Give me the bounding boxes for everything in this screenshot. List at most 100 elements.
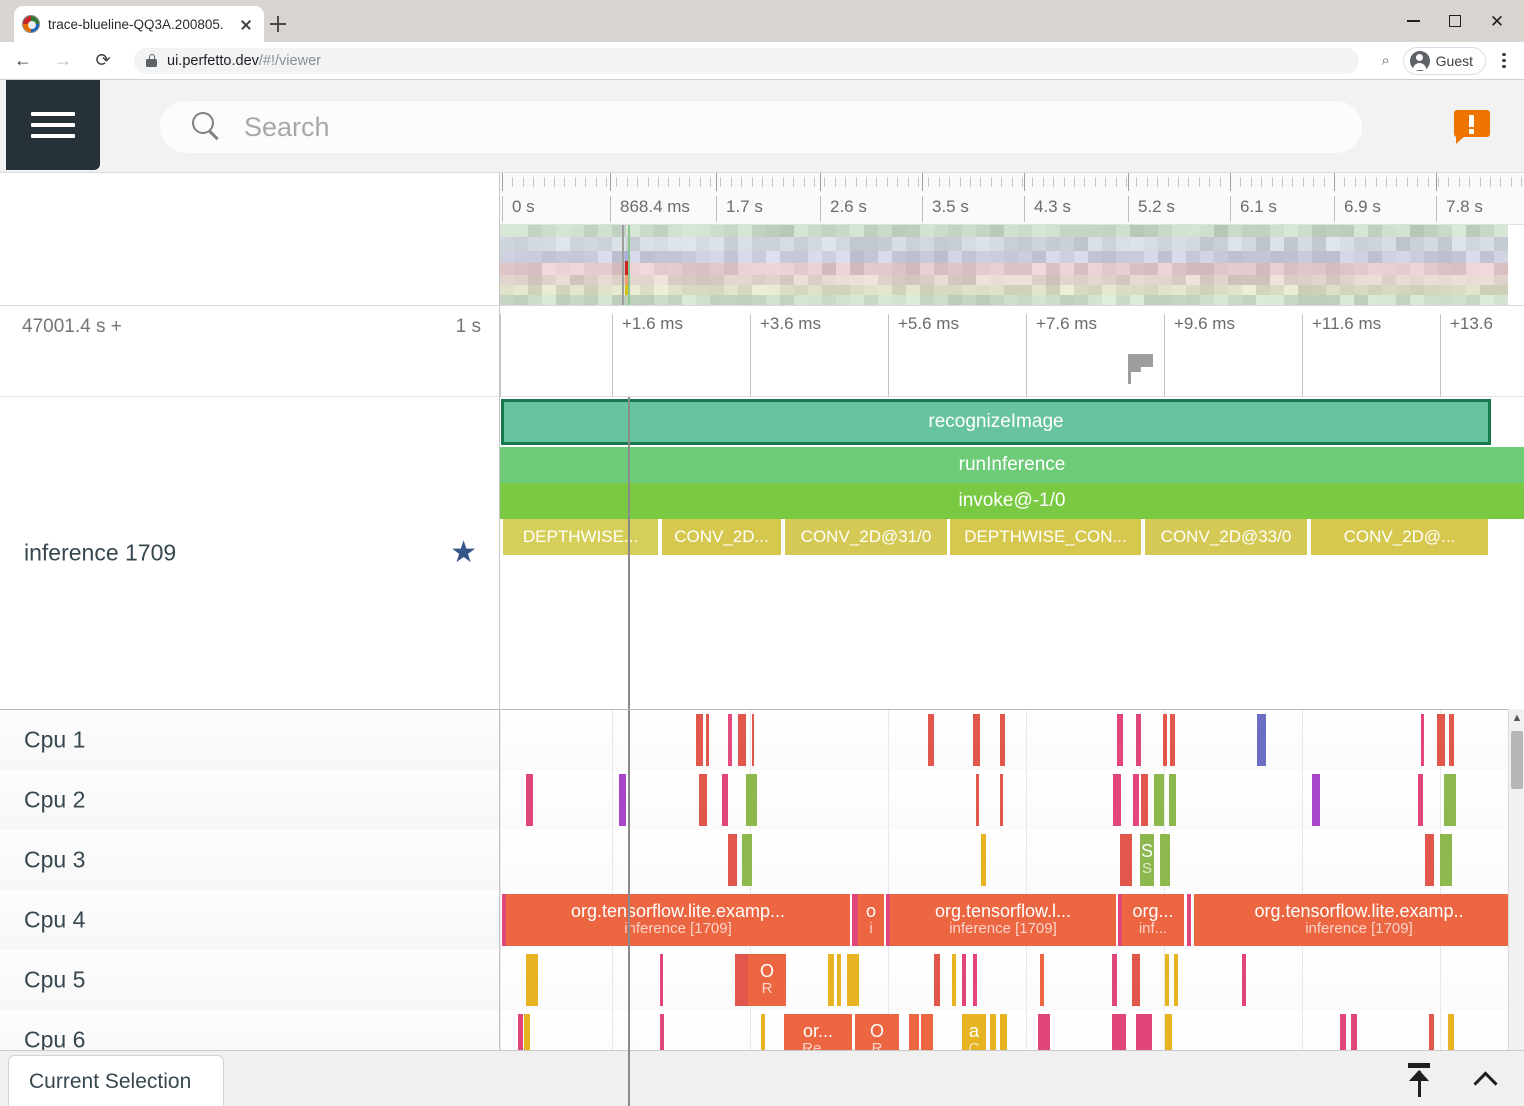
sched-slice[interactable]: oi bbox=[858, 894, 884, 946]
flag-marker-icon[interactable] bbox=[1128, 354, 1154, 384]
sched-slice[interactable] bbox=[981, 834, 986, 886]
maximize-button[interactable] bbox=[1434, 6, 1476, 36]
scroll-up-arrow[interactable]: ▲ bbox=[1509, 709, 1524, 727]
op-slice[interactable]: DEPTHWISE... bbox=[503, 519, 659, 555]
warning-bubble-icon[interactable] bbox=[1454, 110, 1490, 143]
sched-slice[interactable] bbox=[1170, 714, 1175, 766]
cpu-slices-area[interactable]: OR bbox=[500, 950, 1524, 1010]
cpu-slices-area[interactable]: org.tensorflow.lite.examp...inference [1… bbox=[500, 890, 1524, 950]
process-slices-area[interactable]: recognizeImage runInferenceinvoke@-1/0DEP… bbox=[500, 397, 1524, 709]
sched-slice[interactable] bbox=[1449, 714, 1454, 766]
sched-slice[interactable] bbox=[934, 954, 940, 1006]
sched-slice[interactable] bbox=[696, 714, 703, 766]
sched-slice[interactable] bbox=[1242, 954, 1246, 1006]
sched-slice[interactable] bbox=[847, 954, 859, 1006]
sched-slice[interactable] bbox=[1165, 954, 1169, 1006]
sched-slice[interactable] bbox=[1112, 954, 1117, 1006]
scrollbar-thumb[interactable] bbox=[1511, 731, 1523, 789]
sched-slice[interactable] bbox=[928, 714, 934, 766]
sched-slice[interactable] bbox=[722, 774, 728, 826]
sched-slice[interactable] bbox=[1113, 774, 1121, 826]
sched-slice[interactable] bbox=[1312, 774, 1320, 826]
cpu-track-header[interactable]: Cpu 4 bbox=[0, 890, 500, 950]
sidebar-toggle-button[interactable] bbox=[6, 80, 100, 170]
sched-slice[interactable]: org.tensorflow.lite.examp..inference [17… bbox=[1194, 894, 1524, 946]
sched-slice[interactable] bbox=[1133, 774, 1139, 826]
sched-slice[interactable] bbox=[1040, 954, 1044, 1006]
sched-slice[interactable] bbox=[735, 954, 749, 1006]
cpu-slices-area[interactable]: SS bbox=[500, 830, 1524, 890]
sched-slice[interactable] bbox=[728, 714, 732, 766]
chevron-up-icon[interactable] bbox=[1466, 1059, 1500, 1099]
op-slice[interactable]: CONV_2D@33/0 bbox=[1145, 519, 1308, 555]
sched-slice[interactable] bbox=[1425, 834, 1434, 886]
sched-slice[interactable]: OR bbox=[748, 954, 786, 1006]
sched-slice[interactable] bbox=[1136, 714, 1141, 766]
back-button[interactable]: ← bbox=[6, 44, 40, 78]
dock-to-top-icon[interactable] bbox=[1402, 1059, 1436, 1099]
sched-slice[interactable] bbox=[1154, 774, 1164, 826]
cpu-track-header[interactable]: Cpu 2 bbox=[0, 770, 500, 830]
sched-slice[interactable] bbox=[1000, 714, 1005, 766]
sched-slice[interactable] bbox=[1174, 954, 1178, 1006]
process-track-header[interactable]: inference 1709 ★ bbox=[0, 397, 500, 709]
sched-slice[interactable] bbox=[1440, 834, 1452, 886]
sched-slice[interactable] bbox=[1437, 714, 1445, 766]
new-tab-button[interactable] bbox=[264, 10, 292, 38]
slice[interactable]: invoke@-1/0 bbox=[500, 483, 1524, 519]
sched-slice[interactable] bbox=[746, 774, 757, 826]
minimap-canvas[interactable] bbox=[500, 225, 1508, 305]
tab-current-selection[interactable]: Current Selection bbox=[8, 1055, 224, 1106]
sched-slice[interactable] bbox=[526, 774, 533, 826]
profile-chip[interactable]: Guest bbox=[1403, 47, 1486, 75]
minimap-marker[interactable] bbox=[622, 225, 624, 305]
sched-slice[interactable] bbox=[1421, 714, 1424, 766]
address-bar[interactable]: ui.perfetto.dev/#!/viewer bbox=[134, 48, 1359, 74]
sched-slice[interactable] bbox=[660, 954, 663, 1006]
slice[interactable]: recognizeImage bbox=[503, 401, 1489, 443]
browser-menu-button[interactable] bbox=[1490, 46, 1518, 76]
close-icon[interactable] bbox=[236, 14, 256, 34]
sched-slice[interactable] bbox=[1418, 774, 1423, 826]
sched-slice[interactable] bbox=[1187, 894, 1191, 946]
cpu-track-header[interactable]: Cpu 3 bbox=[0, 830, 500, 890]
sched-slice[interactable] bbox=[1257, 714, 1266, 766]
sched-slice[interactable] bbox=[973, 714, 980, 766]
sched-slice[interactable] bbox=[619, 774, 626, 826]
sched-slice[interactable] bbox=[1169, 774, 1176, 826]
sched-slice[interactable] bbox=[752, 714, 754, 766]
sched-slice[interactable] bbox=[1132, 954, 1140, 1006]
op-slice[interactable]: CONV_2D@31/0 bbox=[785, 519, 948, 555]
sched-slice[interactable]: SS bbox=[1140, 834, 1154, 886]
reload-button[interactable]: ⟳ bbox=[86, 44, 120, 78]
sched-slice[interactable] bbox=[699, 774, 707, 826]
sched-slice[interactable] bbox=[962, 954, 966, 1006]
omnibox-search[interactable] bbox=[160, 101, 1362, 153]
sched-slice[interactable] bbox=[1000, 774, 1003, 826]
cpu-track-header[interactable]: Cpu 5 bbox=[0, 950, 500, 1010]
sched-slice[interactable] bbox=[1444, 774, 1456, 826]
vertical-scrollbar[interactable]: ▲ ▼ bbox=[1508, 709, 1524, 1106]
slice[interactable]: runInference bbox=[500, 447, 1524, 483]
browser-tab[interactable]: trace-blueline-QQ3A.200805. bbox=[14, 6, 264, 42]
minimize-button[interactable] bbox=[1392, 6, 1434, 36]
ruler-ticks-area[interactable]: 0 s868.4 ms1.7 s2.6 s3.5 s4.3 s5.2 s6.1 … bbox=[500, 173, 1524, 225]
sched-slice[interactable] bbox=[1120, 834, 1132, 886]
sched-slice[interactable] bbox=[1141, 774, 1148, 826]
zoom-search-icon[interactable]: ⌕ bbox=[1369, 44, 1403, 78]
forward-button[interactable]: → bbox=[46, 44, 80, 78]
sched-slice[interactable] bbox=[828, 954, 834, 1006]
op-slice[interactable]: DEPTHWISE_CON... bbox=[950, 519, 1142, 555]
sched-slice[interactable]: org.tensorflow.l...inference [1709] bbox=[890, 894, 1116, 946]
sched-slice[interactable] bbox=[1163, 714, 1167, 766]
sched-slice[interactable] bbox=[706, 714, 709, 766]
search-input[interactable] bbox=[244, 112, 1342, 143]
sched-slice[interactable] bbox=[1117, 714, 1123, 766]
cpu-track-header[interactable]: Cpu 1 bbox=[0, 710, 500, 770]
sched-slice[interactable] bbox=[976, 774, 979, 826]
sched-slice[interactable] bbox=[973, 954, 977, 1006]
sched-slice[interactable] bbox=[952, 954, 956, 1006]
op-slice[interactable]: CONV_2D... bbox=[662, 519, 782, 555]
sched-slice[interactable] bbox=[837, 954, 841, 1006]
sched-slice[interactable]: org...inf... bbox=[1122, 894, 1184, 946]
